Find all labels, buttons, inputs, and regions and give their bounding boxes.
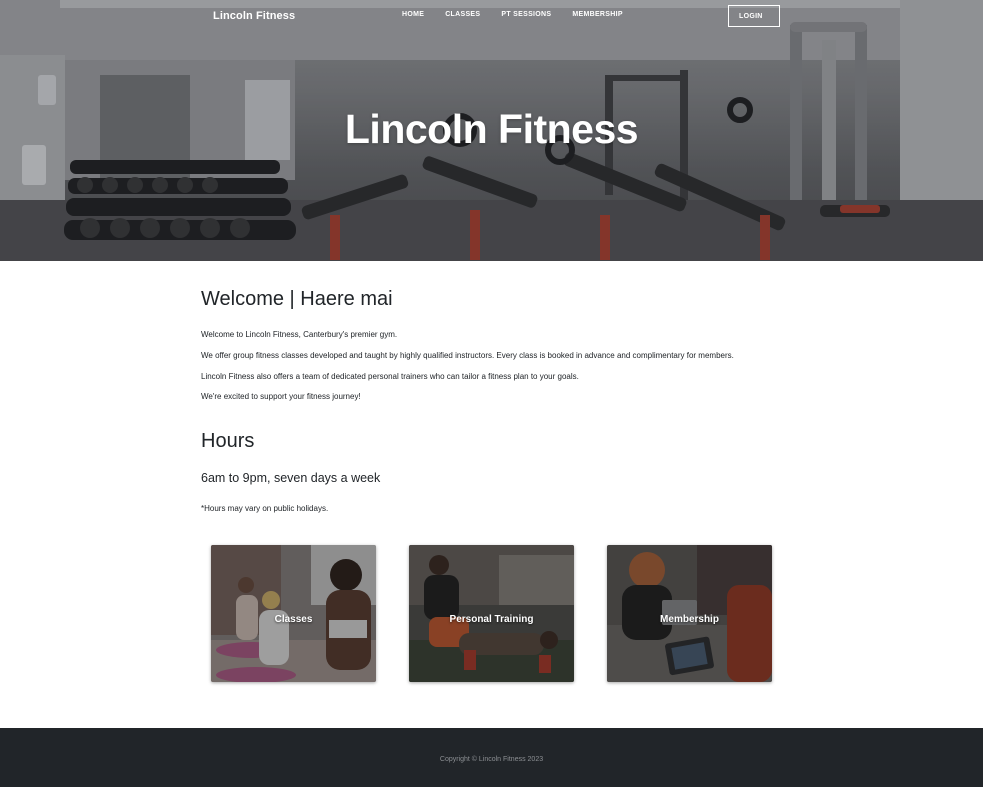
card-label-personal-training: Personal Training [449, 614, 534, 625]
hours-heading: Hours [201, 430, 255, 452]
brand-link[interactable]: Lincoln Fitness [213, 10, 295, 22]
card-membership[interactable]: Membership [607, 545, 772, 682]
welcome-paragraph: Lincoln Fitness also offers a team of de… [201, 372, 579, 381]
hours-subheading: 6am to 9pm, seven days a week [201, 471, 381, 485]
nav-link-classes[interactable]: CLASSES [445, 11, 480, 18]
welcome-paragraph: We offer group fitness classes developed… [201, 351, 734, 360]
footer: Copyright © Lincoln Fitness 2023 [0, 728, 983, 787]
hero-title: Lincoln Fitness [344, 106, 639, 152]
nav-link-home[interactable]: HOME [402, 11, 424, 18]
nav-link-membership[interactable]: MEMBERSHIP [572, 11, 622, 18]
login-button[interactable]: LOGIN [728, 5, 780, 27]
welcome-paragraph: We're excited to support your fitness jo… [201, 392, 361, 401]
nav-links: HOME CLASSES PT SESSIONS MEMBERSHIP [402, 11, 644, 18]
nav-link-pt-sessions[interactable]: PT SESSIONS [501, 11, 551, 18]
welcome-heading: Welcome | Haere mai [201, 288, 393, 310]
hero-banner: Lincoln Fitness HOME CLASSES PT SESSIONS… [0, 0, 983, 261]
card-personal-training[interactable]: Personal Training [409, 545, 574, 682]
top-navbar: Lincoln Fitness HOME CLASSES PT SESSIONS… [0, 0, 983, 34]
hours-note: *Hours may vary on public holidays. [201, 504, 329, 513]
welcome-paragraph: Welcome to Lincoln Fitness, Canterbury's… [201, 330, 398, 339]
copyright-text: Copyright © Lincoln Fitness 2023 [439, 756, 544, 763]
card-label-classes: Classes [274, 614, 313, 625]
card-classes[interactable]: Classes [211, 545, 376, 682]
card-label-membership: Membership [660, 614, 719, 625]
